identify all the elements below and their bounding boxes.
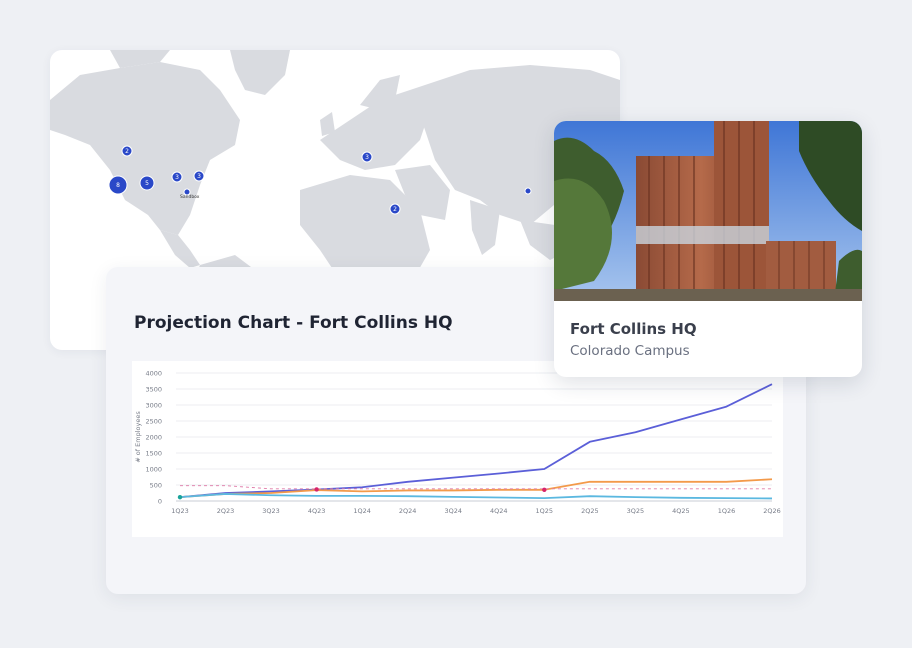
x-tick-label: 1Q26 xyxy=(718,507,736,515)
x-tick-label: 4Q23 xyxy=(308,507,326,515)
x-tick-label: 3Q25 xyxy=(627,507,645,515)
x-tick-label: 2Q25 xyxy=(581,507,599,515)
data-point[interactable] xyxy=(177,494,183,500)
series-line[interactable] xyxy=(179,493,773,500)
chart-area: 0 500 1000 1500 2000 2500 3000 3500 4000 1Q23 2Q23… xyxy=(132,361,783,537)
location-subtitle: Colorado Campus xyxy=(570,343,690,359)
chart-title: Projection Chart - Fort Collins HQ xyxy=(134,313,453,333)
data-point[interactable] xyxy=(542,487,547,492)
x-tick-label: 1Q25 xyxy=(536,507,554,515)
map-marker[interactable]: 8 xyxy=(108,175,128,195)
x-tick-label: 2Q23 xyxy=(217,507,235,515)
x-tick-label: 2Q26 xyxy=(763,507,781,515)
series-line[interactable] xyxy=(179,383,773,499)
x-tick-label: 1Q24 xyxy=(353,507,371,515)
y-tick-label: 1500 xyxy=(145,450,162,458)
y-tick-label: 3500 xyxy=(145,386,162,394)
data-point[interactable] xyxy=(314,487,319,492)
location-card[interactable]: Fort Collins HQ Colorado Campus xyxy=(554,121,862,377)
marker-count: 2 xyxy=(125,148,129,155)
y-tick-label: 1000 xyxy=(145,466,162,474)
map-marker[interactable]: 3 xyxy=(193,170,205,182)
y-tick-label: 2000 xyxy=(145,434,162,442)
x-tick-label: 4Q25 xyxy=(672,507,690,515)
marker-count: 2 xyxy=(393,206,397,213)
map-marker[interactable]: 3 xyxy=(171,171,183,183)
city-label: Sandbox xyxy=(180,194,200,200)
y-tick-label: 500 xyxy=(150,482,162,490)
y-tick-label: 0 xyxy=(158,498,162,506)
x-tick-label: 1Q23 xyxy=(171,507,189,515)
x-tick-label: 3Q24 xyxy=(444,507,462,515)
y-tick-label: 2500 xyxy=(145,418,162,426)
y-tick-label: 3000 xyxy=(145,402,162,410)
marker-count: 3 xyxy=(175,174,179,181)
x-tick-label: 3Q23 xyxy=(262,507,280,515)
map-marker[interactable]: 5 xyxy=(139,175,155,191)
y-tick-label: 4000 xyxy=(145,370,162,378)
x-tick-label: 4Q24 xyxy=(490,507,508,515)
map-marker[interactable]: 2 xyxy=(389,203,401,215)
building-photo xyxy=(554,121,862,301)
marker-count: 8 xyxy=(116,182,120,189)
map-marker[interactable]: 2 xyxy=(121,145,133,157)
map-marker[interactable] xyxy=(524,187,532,195)
map-marker[interactable]: 3 xyxy=(361,151,373,163)
marker-count: 3 xyxy=(197,173,201,180)
projection-line-chart[interactable]: 0 500 1000 1500 2000 2500 3000 3500 4000 1Q23 2Q23… xyxy=(132,361,783,537)
series-line[interactable] xyxy=(180,485,772,490)
marker-count: 5 xyxy=(145,180,149,187)
location-name: Fort Collins HQ xyxy=(570,320,697,338)
x-tick-label: 2Q24 xyxy=(399,507,417,515)
y-axis-label: # of Employees xyxy=(134,411,142,463)
marker-count: 3 xyxy=(365,154,369,161)
